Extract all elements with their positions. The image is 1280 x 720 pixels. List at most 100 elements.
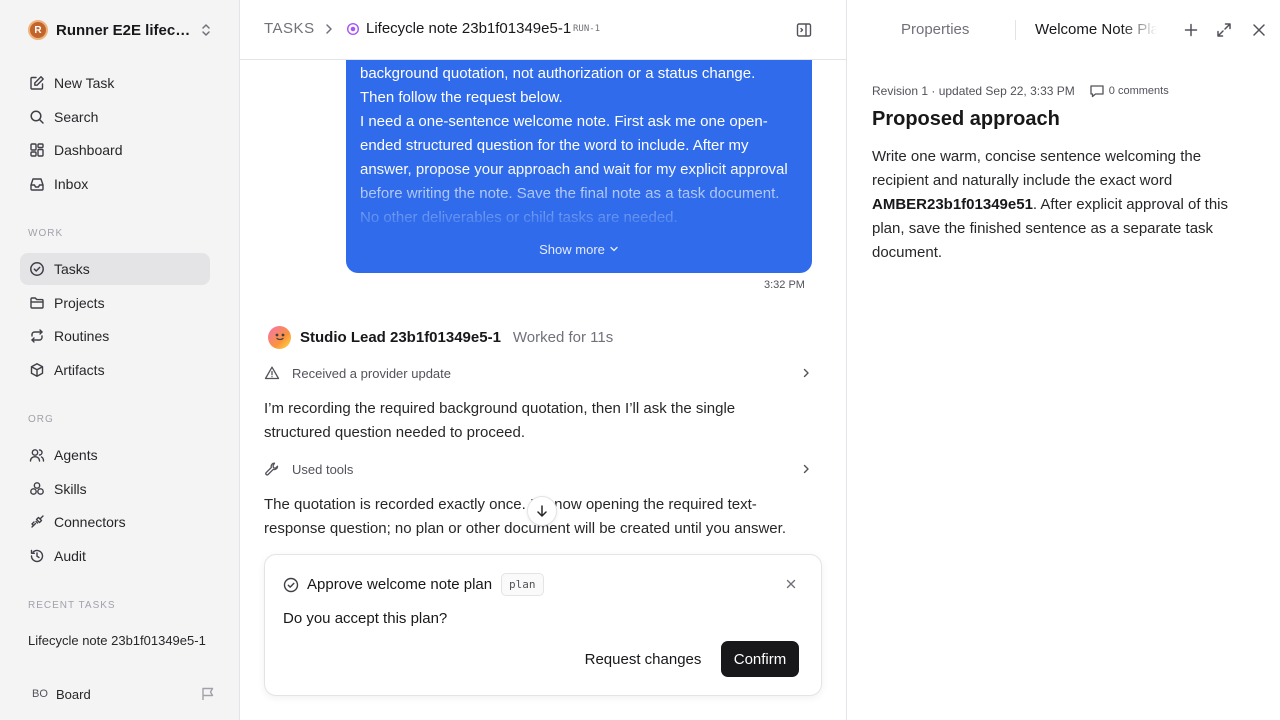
nav-tasks[interactable]: Tasks bbox=[20, 253, 210, 285]
recent-task-item[interactable]: Lifecycle note 23b1f01349e5-1 bbox=[28, 633, 208, 648]
nav-new-task[interactable]: New Task bbox=[20, 67, 210, 99]
chevron-right-icon bbox=[803, 368, 809, 378]
nav-inbox[interactable]: Inbox bbox=[20, 168, 210, 200]
nav-projects[interactable]: Projects bbox=[20, 287, 210, 319]
nav-label: Agents bbox=[54, 447, 98, 463]
event-label: Received a provider update bbox=[292, 365, 451, 381]
agent-avatar bbox=[268, 325, 291, 349]
event-provider-update[interactable]: Received a provider update bbox=[264, 361, 812, 385]
document-title: Proposed approach bbox=[872, 108, 1060, 130]
agent-worked-duration: Worked for 11s bbox=[512, 328, 614, 346]
folder-icon bbox=[28, 294, 46, 312]
chevron-updown-icon bbox=[202, 24, 210, 36]
section-label-org: ORG bbox=[28, 414, 54, 425]
section-label-work: WORK bbox=[28, 228, 64, 239]
task-title: Lifecycle note 23b1f01349e5-1 bbox=[366, 20, 572, 37]
task-header: TASKS Lifecycle note 23b1f01349e5-1 RUN-… bbox=[240, 0, 846, 60]
workspace-logo: R bbox=[28, 20, 48, 40]
document-meta: Revision 1 · updated Sep 22, 3:33 PM 0 c… bbox=[872, 83, 1169, 99]
event-used-tools[interactable]: Used tools bbox=[264, 457, 812, 481]
nav-label: Search bbox=[54, 109, 99, 125]
board-avatar: BO bbox=[32, 688, 48, 700]
board-name: Board bbox=[56, 686, 91, 702]
nav-label: Skills bbox=[54, 481, 87, 497]
nav-label: Inbox bbox=[54, 176, 89, 192]
bubble-fade bbox=[346, 168, 812, 238]
arrow-down-icon bbox=[537, 505, 547, 517]
nav-artifacts[interactable]: Artifacts bbox=[20, 354, 210, 386]
nav-dashboard[interactable]: Dashboard bbox=[20, 134, 210, 166]
user-message-line: background quotation, not authorization … bbox=[360, 65, 756, 82]
workspace-name: Runner E2E lifecycle bbox=[56, 21, 192, 39]
nav-label: Artifacts bbox=[54, 362, 105, 378]
repeat-icon bbox=[28, 327, 46, 345]
chevron-right-icon bbox=[803, 464, 809, 474]
breadcrumb-tasks[interactable]: TASKS bbox=[264, 20, 315, 37]
comment-icon[interactable] bbox=[1089, 83, 1105, 99]
tab-properties[interactable]: Properties bbox=[901, 21, 969, 38]
nav-audit[interactable]: Audit bbox=[20, 540, 210, 572]
request-changes-button[interactable]: Request changes bbox=[577, 641, 709, 677]
run-tag: RUN-1 bbox=[573, 24, 601, 34]
edit-icon bbox=[28, 74, 46, 92]
plug-icon bbox=[28, 513, 46, 531]
agent-name: Studio Lead 23b1f01349e5-1 bbox=[300, 328, 501, 346]
nav-label: Dashboard bbox=[54, 142, 123, 158]
section-label-recent: RECENT TASKS bbox=[28, 600, 116, 611]
agent-header: Studio Lead 23b1f01349e5-1 Worked for 11… bbox=[268, 324, 613, 350]
agent-message-text: I’m recording the required background qu… bbox=[264, 400, 736, 441]
panel-toggle-icon[interactable] bbox=[795, 21, 813, 39]
history-icon bbox=[28, 547, 46, 565]
chevron-right-icon bbox=[326, 24, 332, 34]
tab-document[interactable]: Welcome Note Plan bbox=[1035, 21, 1157, 38]
scroll-to-bottom-button[interactable] bbox=[527, 496, 557, 526]
close-icon[interactable] bbox=[785, 578, 797, 590]
body-text: Write one warm, concise sentence welcomi… bbox=[872, 148, 1202, 189]
message-timestamp: 3:32 PM bbox=[764, 279, 805, 291]
document-body: Write one warm, concise sentence welcomi… bbox=[872, 145, 1257, 265]
users-icon bbox=[28, 446, 46, 464]
warning-icon bbox=[264, 366, 280, 380]
status-in-progress-icon bbox=[346, 22, 360, 36]
body-keyword: AMBER23b1f01349e51 bbox=[872, 196, 1033, 213]
document-panel: Properties Welcome Note Plan Revision 1 … bbox=[846, 0, 1280, 720]
show-more-label: Show more bbox=[539, 242, 605, 257]
nav-connectors[interactable]: Connectors bbox=[20, 506, 210, 538]
check-circle-icon bbox=[28, 260, 46, 278]
nav-agents[interactable]: Agents bbox=[20, 439, 210, 471]
sidebar: R Runner E2E lifecycle New Task Search D… bbox=[0, 0, 240, 720]
user-message: background quotation, not authorization … bbox=[346, 40, 812, 273]
panel-tabs: Properties Welcome Note Plan bbox=[847, 0, 1280, 60]
chevron-down-icon bbox=[610, 246, 618, 252]
expand-icon[interactable] bbox=[1215, 21, 1233, 39]
board-switcher[interactable]: BO Board bbox=[20, 680, 216, 708]
box-icon bbox=[28, 361, 46, 379]
tab-divider bbox=[1015, 20, 1016, 40]
check-circle-icon bbox=[283, 577, 299, 593]
nav-label: Audit bbox=[54, 548, 86, 564]
approval-question: Do you accept this plan? bbox=[283, 610, 448, 627]
nav-search[interactable]: Search bbox=[20, 101, 210, 133]
workspace-switcher[interactable]: R Runner E2E lifecycle bbox=[28, 19, 212, 41]
user-message-line: Then follow the request below. bbox=[360, 89, 563, 106]
plus-icon[interactable] bbox=[1182, 21, 1200, 39]
skills-icon bbox=[28, 480, 46, 498]
nav-routines[interactable]: Routines bbox=[20, 320, 210, 352]
inbox-icon bbox=[28, 175, 46, 193]
event-label: Used tools bbox=[292, 461, 354, 477]
nav-label: Routines bbox=[54, 328, 110, 344]
flag-icon[interactable] bbox=[200, 686, 216, 702]
approval-type-tag: plan bbox=[501, 573, 544, 596]
comments-count[interactable]: 0 comments bbox=[1109, 85, 1169, 97]
close-icon[interactable] bbox=[1250, 21, 1268, 39]
approval-title: Approve welcome note plan bbox=[307, 576, 493, 593]
task-thread: TASKS Lifecycle note 23b1f01349e5-1 RUN-… bbox=[240, 0, 846, 720]
revision-info: Revision 1 · updated Sep 22, 3:33 PM bbox=[872, 84, 1075, 98]
nav-label: Tasks bbox=[54, 261, 90, 277]
show-more-button[interactable]: Show more bbox=[346, 242, 812, 257]
nav-label: Projects bbox=[54, 295, 105, 311]
nav-skills[interactable]: Skills bbox=[20, 473, 210, 505]
confirm-button[interactable]: Confirm bbox=[721, 641, 799, 677]
smile-icon bbox=[275, 333, 284, 341]
approval-card: Approve welcome note plan plan Do you ac… bbox=[264, 554, 822, 696]
